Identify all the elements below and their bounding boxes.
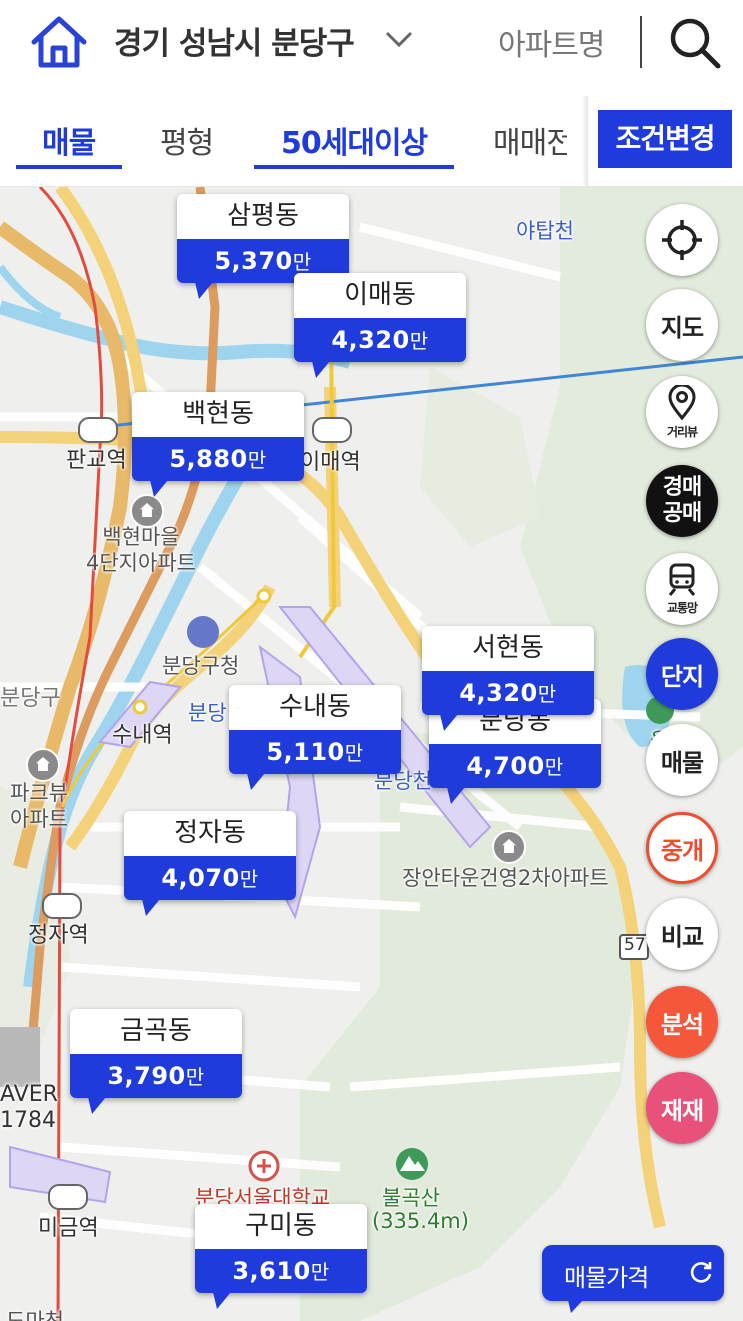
label-bundang-office[interactable]: 분당구청	[162, 650, 239, 680]
migeum-station-marker[interactable]	[48, 1184, 88, 1210]
map-type-label: 지도	[660, 313, 704, 342]
jeongja-station-marker[interactable]	[42, 893, 82, 919]
current-location-button[interactable]	[646, 204, 718, 276]
complex-button[interactable]: 단지	[646, 638, 718, 710]
label-parkview-apt[interactable]: 파크뷰 아파트	[10, 780, 68, 832]
pangyo-station-marker[interactable]	[78, 417, 118, 443]
compare-label: 비교	[660, 922, 704, 951]
apartment-poi-icon[interactable]	[130, 494, 164, 528]
search-icon[interactable]	[668, 16, 722, 70]
bubble-name: 수내동	[279, 692, 351, 722]
bubble-price: 3,610만	[195, 1249, 367, 1293]
label-migeum-station[interactable]: 미금역	[38, 1210, 99, 1242]
change-conditions-button[interactable]: 조건변경	[598, 110, 732, 168]
analysis-label: 분석	[660, 1010, 704, 1039]
redevelopment-button[interactable]: 재재	[646, 1072, 718, 1144]
bubble-price: 3,790만	[70, 1054, 242, 1098]
streetview-label: 거리뷰	[666, 424, 698, 439]
bubble-name: 금곡동	[120, 1016, 192, 1046]
price-bubble-gumi[interactable]: 구미동 3,610만	[195, 1204, 367, 1309]
tabs-fade	[582, 96, 588, 186]
label-jeongja-station[interactable]: 정자역	[28, 917, 89, 949]
label-imae-station[interactable]: 이매역	[300, 444, 361, 476]
price-bubble-seohyeon[interactable]: 서현동 4,320만	[422, 626, 594, 731]
bubble-name: 구미동	[245, 1211, 317, 1241]
bubble-price: 4,700만	[429, 744, 601, 788]
tab-listing[interactable]: 매물	[42, 118, 96, 162]
listing-price-toggle[interactable]: 매물가격	[542, 1245, 724, 1313]
broker-button[interactable]: 중개	[646, 812, 718, 884]
apartment-search-field[interactable]: 아파트명	[498, 20, 605, 64]
label-yatapcheon: 야탑천	[516, 219, 574, 243]
chevron-down-icon[interactable]	[384, 28, 414, 50]
label-mountain: 불곡산	[382, 1186, 440, 1210]
bubble-price: 5,880만	[132, 437, 304, 481]
bubble-name: 서현동	[472, 633, 544, 663]
price-bubble-jeongja[interactable]: 정자동 4,070만	[124, 811, 296, 916]
streetview-button[interactable]: 거리뷰	[646, 376, 718, 448]
bubble-name: 정자동	[174, 818, 246, 848]
bubble-price: 4,320만	[422, 671, 594, 715]
label-mountain-height: (335.4m)	[372, 1209, 469, 1233]
tab-households-underline	[254, 165, 454, 169]
analysis-button[interactable]: 분석	[646, 986, 718, 1058]
map-type-button[interactable]: 지도	[646, 289, 718, 361]
refresh-icon	[690, 1262, 712, 1283]
crosshair-icon	[662, 220, 702, 260]
price-bubble-baekhyeon[interactable]: 백현동 5,880만	[132, 392, 304, 497]
listing-price-label: 매물가격	[564, 1264, 649, 1292]
label-naver-2: 1784	[0, 1108, 56, 1133]
apartment-poi-icon[interactable]	[26, 748, 60, 782]
transit-button[interactable]: 교통망	[646, 553, 718, 625]
bubble-name: 이매동	[344, 280, 416, 310]
bubble-price: 4,320만	[294, 318, 466, 362]
tab-trade-type-label: 매매전	[493, 126, 567, 161]
region-selector[interactable]: 경기 성남시 분당구	[114, 18, 355, 63]
tab-listing-underline	[16, 165, 122, 169]
broker-label: 중개	[660, 836, 704, 865]
transit-label: 교통망	[666, 600, 698, 615]
redevelopment-label: 재재	[660, 1096, 704, 1125]
label-bottom-partial: 도마천	[6, 1309, 64, 1321]
price-bubble-sampyeong[interactable]: 삼평동 5,370만	[177, 194, 349, 299]
auction-button[interactable]: 경매 공매	[646, 465, 718, 537]
auction-label-2: 공매	[662, 501, 702, 526]
header-divider	[640, 16, 642, 68]
auction-label-1: 경매	[662, 475, 702, 500]
bubble-name: 백현동	[182, 399, 254, 429]
map-view[interactable]: 야탑천 판교역 이매역 백현마을 4단지아파트 분당구청 분당구 수내역 분당 …	[0, 187, 743, 1321]
price-bubble-imae[interactable]: 이매동 4,320만	[294, 273, 466, 378]
listing-label: 매물	[660, 748, 704, 777]
home-icon[interactable]	[30, 14, 88, 70]
label-bundang: 분당	[188, 701, 227, 725]
label-jangan-apt[interactable]: 장안타운건영2차아파트	[402, 862, 609, 892]
complex-label: 단지	[660, 662, 704, 691]
price-bubble-geumgok[interactable]: 금곡동 3,790만	[70, 1009, 242, 1114]
tab-households[interactable]: 50세대이상	[281, 118, 428, 162]
map-pin-icon	[668, 384, 696, 420]
label-road-57: 57	[624, 935, 646, 955]
label-baekhyeon-apt[interactable]: 백현마을 4단지아파트	[86, 524, 196, 576]
apartment-poi-icon[interactable]	[492, 830, 526, 864]
label-pangyo-station[interactable]: 판교역	[66, 442, 127, 474]
tab-trade-type[interactable]: 매매전	[493, 114, 567, 162]
tab-size[interactable]: 평형	[160, 118, 214, 162]
listing-button[interactable]: 매물	[646, 724, 718, 796]
price-bubble-sunae[interactable]: 수내동 5,110만	[229, 685, 401, 790]
label-naver-1: AVER	[0, 1082, 58, 1107]
bubble-name: 삼평동	[227, 201, 299, 231]
train-icon	[668, 563, 696, 596]
bubble-price: 4,070만	[124, 856, 296, 900]
compare-button[interactable]: 비교	[646, 898, 718, 970]
label-sunae-station[interactable]: 수내역	[112, 717, 173, 749]
imae-station-marker[interactable]	[312, 417, 352, 443]
app-header: 경기 성남시 분당구 아파트명	[0, 0, 743, 96]
label-bundanggu: 분당구	[0, 686, 61, 711]
bubble-price: 5,110만	[229, 730, 401, 774]
